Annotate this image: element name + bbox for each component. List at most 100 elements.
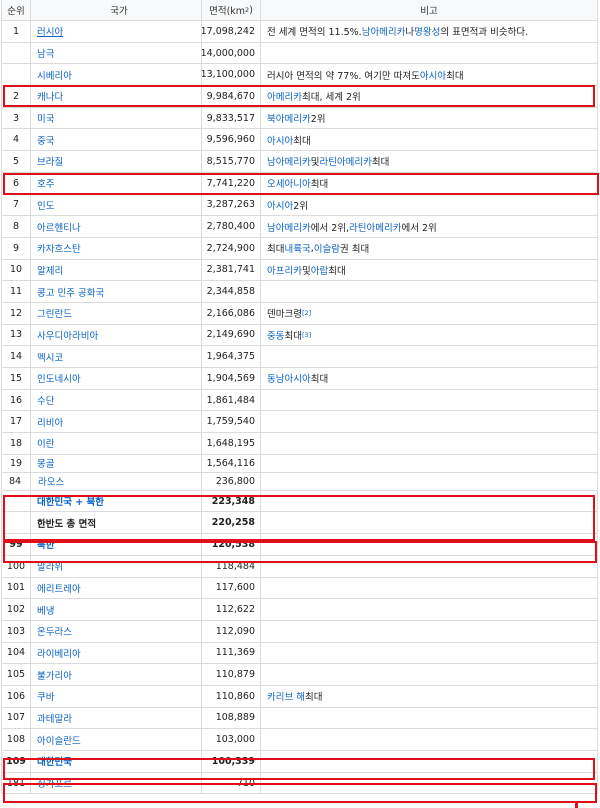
note-link[interactable]: 아프리카 — [267, 263, 302, 277]
note-link[interactable]: 라틴아메리카 — [349, 220, 401, 234]
area-cell: 710 — [202, 772, 261, 794]
country-link[interactable]: 불가리아 — [37, 668, 72, 682]
table-row: 100 말라위 118,484 — [1, 555, 598, 578]
note-link[interactable]: 내륙국 — [284, 241, 310, 255]
rank-cell: 99 — [1, 534, 31, 555]
rank-cell: 6 — [1, 172, 31, 194]
table-row: 8 아르헨티나 2,780,400 남아메리카 에서 2위, 라틴아메리카 에서 2위 — [1, 216, 598, 238]
country-link[interactable]: 멕시코 — [37, 350, 63, 364]
country-link[interactable]: 대한민국 — [37, 754, 72, 768]
area-cell: 110,879 — [202, 664, 261, 685]
country-link[interactable]: 인도 — [37, 198, 54, 212]
rank-cell: 104 — [1, 642, 31, 664]
note-cell: 남아메리카 및 라틴아메리카 최대 — [261, 151, 598, 172]
country-link[interactable]: 에리트레아 — [37, 581, 81, 595]
note-link[interactable]: 아랍 — [311, 263, 328, 277]
country-link[interactable]: 중국 — [37, 133, 54, 147]
country-link[interactable]: 미국 — [37, 111, 54, 125]
country-link[interactable]: 북한 — [37, 537, 54, 551]
country-link[interactable]: 그린란드 — [37, 306, 72, 320]
header-area-label: 면적(km — [209, 6, 246, 17]
area-cell: 3,287,263 — [202, 194, 261, 216]
country-link[interactable]: 리비아 — [37, 415, 63, 429]
country-link[interactable]: 말라위 — [37, 559, 63, 573]
note-link[interactable]: 아시아 — [267, 198, 293, 212]
area-cell: 112,090 — [202, 620, 261, 642]
note-link[interactable]: 명왕성 — [414, 24, 440, 38]
note-link[interactable]: 남아메리카 — [267, 220, 311, 234]
country-link[interactable]: 콩고 민주 공화국 — [37, 285, 104, 299]
rank-cell — [1, 42, 31, 64]
country-link[interactable]: 과테말라 — [37, 711, 72, 725]
table-row: 18 이란 1,648,195 — [1, 433, 598, 455]
area-cell: 7,741,220 — [202, 172, 261, 194]
country-link[interactable]: 시베리아 — [37, 68, 72, 82]
country-link[interactable]: 캐나다 — [37, 89, 63, 103]
table-row: 6 호주 7,741,220 오세아니아 최대 — [1, 172, 598, 195]
country-link[interactable]: 아르헨티나 — [37, 220, 81, 234]
country-link[interactable]: 알제리 — [37, 263, 63, 277]
country-link[interactable]: 대한민국 + 북한 — [37, 494, 104, 508]
country-cell: 남극 — [31, 42, 202, 64]
area-cell: 14,000,000 — [202, 42, 261, 64]
note-link[interactable]: 아시아 — [267, 133, 293, 147]
country-cell: 중국 — [31, 129, 202, 151]
table-row: 101 에리트레아 117,600 — [1, 577, 598, 600]
rank-cell: 181 — [1, 772, 31, 794]
note-link[interactable]: 라틴아메리카 — [319, 154, 371, 168]
table-row: 4 중국 9,596,960 아시아 최대 — [1, 129, 598, 152]
note-cell: 카리브 해 최대 — [261, 685, 598, 707]
country-link[interactable]: 사우디아라비아 — [37, 328, 98, 342]
note-link[interactable]: 북아메리카 — [267, 111, 311, 125]
note-link[interactable]: 오세아니아 — [267, 176, 311, 190]
table-row: 9 카자흐스탄 2,724,900 최대 내륙국, 이슬람 권 최대 — [1, 237, 598, 260]
note-link[interactable]: 아시아 — [420, 68, 446, 82]
area-cell: 236,800 — [202, 472, 261, 490]
rank-cell — [1, 512, 31, 534]
country-link[interactable]: 이란 — [37, 436, 54, 450]
country-link[interactable]: 브라질 — [37, 154, 63, 168]
rank-cell: 108 — [1, 729, 31, 750]
country-link[interactable]: 베냉 — [37, 603, 54, 617]
note-link[interactable]: 남아메리카 — [362, 24, 406, 38]
country-cell: 알제리 — [31, 259, 202, 281]
note-cell — [261, 42, 598, 64]
country-link[interactable]: 라오스 — [38, 474, 64, 488]
country-link[interactable]: 러시아 — [37, 24, 63, 38]
country-link[interactable]: 호주 — [37, 176, 54, 190]
note-link[interactable]: 이슬람 — [314, 241, 340, 255]
area-cell: 2,344,858 — [202, 281, 261, 302]
country-link[interactable]: 싱가포르 — [37, 776, 72, 790]
note-link[interactable]: 아메리카 — [267, 89, 302, 103]
country-link[interactable]: 쿠바 — [37, 689, 54, 703]
note-cell — [261, 454, 598, 472]
note-link[interactable]: 카리브 해 — [267, 689, 305, 703]
country-link[interactable]: 남극 — [37, 46, 54, 60]
rank-cell: 101 — [1, 577, 31, 599]
country-area-table: 순위 국가 면적(km 2) 비고 1 러시아 17,098,242 전 세계 면적의 … — [1, 0, 598, 795]
country-cell: 브라질 — [31, 151, 202, 172]
country-link[interactable]: 온두라스 — [37, 624, 72, 638]
note-text: 및 — [301, 265, 311, 277]
note-cell — [261, 389, 598, 411]
note-cell: 러시아 면적의 약 77%. 여기만 따져도 아시아 최대 — [261, 64, 598, 86]
country-cell: 인도네시아 — [31, 368, 202, 389]
country-link[interactable]: 아이슬란드 — [37, 733, 81, 747]
note-text: 최대 — [304, 692, 323, 704]
country-cell: 호주 — [31, 172, 202, 194]
note-link[interactable]: 동남아시아 — [267, 371, 311, 385]
rank-cell: 105 — [1, 664, 31, 685]
country-cell: 아르헨티나 — [31, 216, 202, 237]
rank-cell: 1 — [1, 21, 31, 42]
country-link[interactable]: 카자흐스탄 — [37, 241, 81, 255]
table-row: 109 대한민국 100,339 — [1, 751, 598, 773]
area-cell: 117,600 — [202, 577, 261, 599]
country-link[interactable]: 수단 — [37, 393, 54, 407]
note-link[interactable]: 중동 — [267, 328, 284, 342]
rank-cell: 13 — [1, 324, 31, 346]
country-link[interactable]: 라이베리아 — [37, 646, 81, 660]
note-link[interactable]: 남아메리카 — [267, 154, 311, 168]
country-link[interactable]: 몽골 — [37, 456, 54, 470]
country-link[interactable]: 인도네시아 — [37, 371, 81, 385]
note-cell: 북아메리카 2위 — [261, 107, 598, 129]
